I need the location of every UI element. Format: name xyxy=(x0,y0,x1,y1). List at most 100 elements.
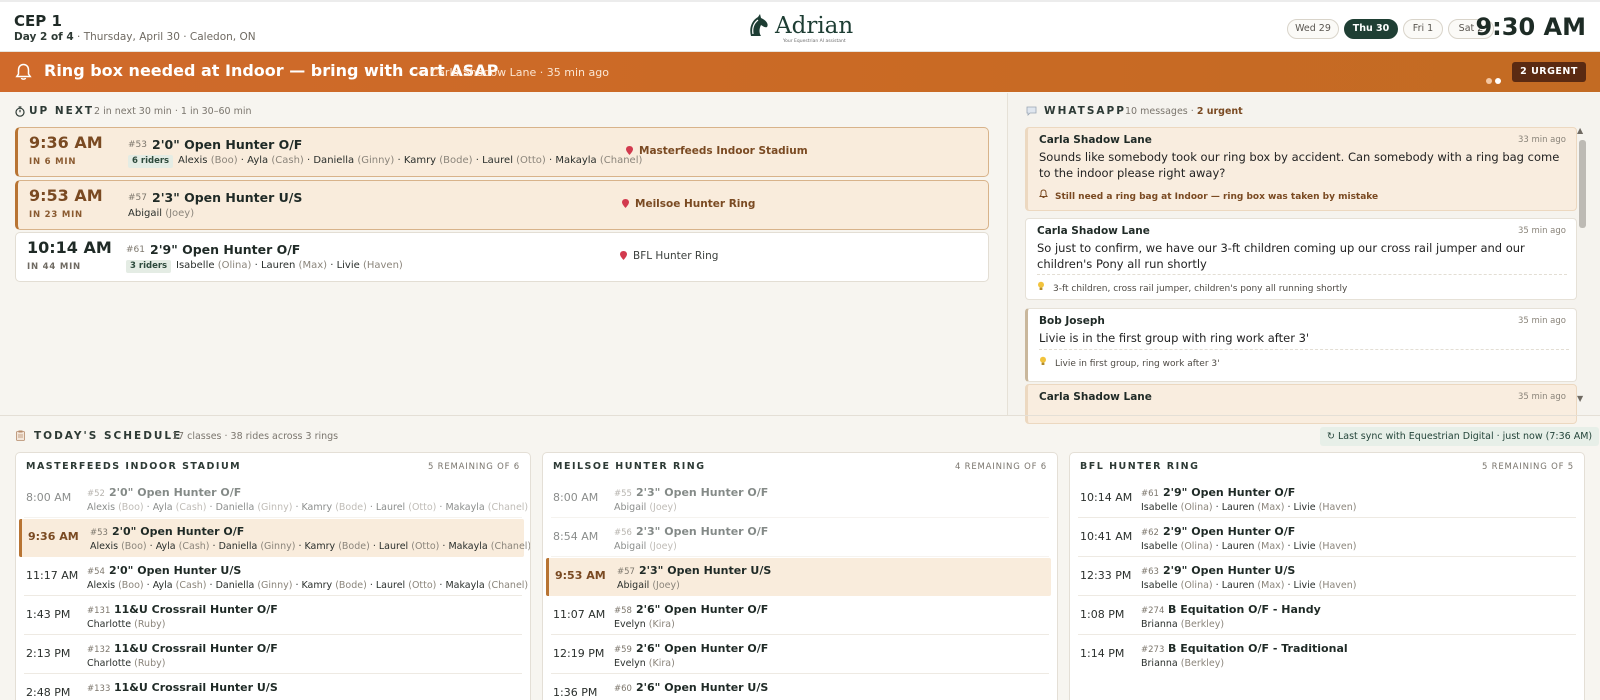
class-name: 2'9" Open Hunter O/F xyxy=(1163,525,1296,538)
schedule-row[interactable]: 1:36 PM #60 2'6" Open Hunter U/S xyxy=(551,675,1049,700)
schedule-row[interactable]: 12:19 PM #59 2'6" Open Hunter O/F Evelyn… xyxy=(551,636,1049,674)
schedule-row[interactable]: 10:41 AM #62 2'9" Open Hunter O/F Isabel… xyxy=(1078,519,1576,557)
schedule-row[interactable]: 1:43 PM #131 11&U Crossrail Hunter O/F C… xyxy=(24,597,522,635)
up-next-card[interactable]: 9:53 AM IN 23 MIN #57 2'3" Open Hunter U… xyxy=(15,180,989,230)
schedule-row[interactable]: 2:48 PM #133 11&U Crossrail Hunter U/S xyxy=(24,675,522,700)
up-next-card[interactable]: 10:14 AM IN 44 MIN #61 2'9" Open Hunter … xyxy=(15,232,989,282)
schedule-row-current[interactable]: 9:36 AM #53 2'0" Open Hunter O/F Alexis … xyxy=(19,519,530,557)
class-name: 2'0" Open Hunter O/F xyxy=(152,137,303,152)
summary-text: 3-ft children, cross rail jumper, childr… xyxy=(1053,284,1348,294)
urgent-alert-banner[interactable]: Ring box needed at Indoor — bring with c… xyxy=(0,52,1600,92)
schedule-row[interactable]: 12:33 PM #63 2'9" Open Hunter U/S Isabel… xyxy=(1078,558,1576,596)
horse-name: (Boo) xyxy=(121,541,147,552)
event-title: CEP 1 xyxy=(14,12,62,30)
whatsapp-message[interactable]: Carla Shadow Lane 33 min ago Sounds like… xyxy=(1025,127,1577,211)
ring-name: Masterfeeds Indoor Stadium xyxy=(639,145,808,157)
whatsapp-scrollbar[interactable]: ▲ ▼ xyxy=(1577,126,1587,404)
rider-name: Makayla xyxy=(445,580,485,591)
message-time: 35 min ago xyxy=(1517,316,1566,326)
up-next-card[interactable]: 9:36 AM IN 6 MIN #53 2'0" Open Hunter O/… xyxy=(15,127,989,177)
sync-status-badge[interactable]: ↻ Last sync with Equestrian Digital · ju… xyxy=(1320,427,1600,446)
horse-name: (Cash) xyxy=(175,502,207,513)
class-name: 2'3" Open Hunter O/F xyxy=(636,486,769,499)
scroll-down-arrow-icon[interactable]: ▼ xyxy=(1577,394,1583,403)
scrollbar-thumb[interactable] xyxy=(1579,140,1586,228)
horse-name: (Otto) xyxy=(516,155,546,166)
map-pin-icon xyxy=(620,251,627,260)
horse-name: (Otto) xyxy=(411,541,440,552)
pager-dot-active[interactable] xyxy=(1495,78,1501,84)
class-number: #53 xyxy=(90,528,108,538)
horse-name: (Joey) xyxy=(649,502,677,513)
schedule-row[interactable]: 8:00 AM #55 2'3" Open Hunter O/F Abigail… xyxy=(551,480,1049,518)
horse-name: (Olina) xyxy=(217,260,252,271)
rider-name: Alexis xyxy=(90,541,119,552)
clipboard-icon xyxy=(16,430,25,441)
class-number: #61 xyxy=(126,245,145,255)
schedule-row[interactable]: 11:17 AM #54 2'0" Open Hunter U/S Alexis… xyxy=(24,558,528,596)
message-summary: Still need a ring bag at Indoor — ring b… xyxy=(1039,183,1569,202)
day-tab-wed[interactable]: Wed 29 xyxy=(1287,19,1339,39)
map-pin-icon xyxy=(622,199,629,208)
schedule-row[interactable]: 8:54 AM #56 2'3" Open Hunter O/F Abigail… xyxy=(551,519,1049,557)
horse-name: (Ginny) xyxy=(260,541,296,552)
rider-name: Abigail xyxy=(614,541,647,552)
rider-name: Alexis xyxy=(178,155,208,166)
riders-list: Alexis (Boo) · Ayla (Cash) · Daniella (G… xyxy=(178,155,643,166)
rider-name: Daniella xyxy=(215,580,255,591)
rider-name: Laurel xyxy=(482,155,513,166)
scroll-up-arrow-icon[interactable]: ▲ xyxy=(1577,126,1583,135)
whatsapp-message[interactable]: Carla Shadow Lane 35 min ago xyxy=(1025,384,1577,424)
riders-list: Abigail (Joey) xyxy=(128,208,194,219)
class-name: 2'6" Open Hunter O/F xyxy=(636,603,769,616)
schedule-row-current[interactable]: 9:53 AM #57 2'3" Open Hunter U/S Abigail… xyxy=(546,558,1051,596)
bell-icon xyxy=(1039,189,1049,202)
whatsapp-message[interactable]: Carla Shadow Lane 35 min ago So just to … xyxy=(1025,218,1577,300)
horse-name: (Cash) xyxy=(271,155,304,166)
class-number: #133 xyxy=(87,684,111,694)
pager-dot[interactable] xyxy=(1486,78,1492,84)
row-time: 8:54 AM xyxy=(553,530,599,543)
schedule-row[interactable]: 11:07 AM #58 2'6" Open Hunter O/F Evelyn… xyxy=(551,597,1049,635)
class-name: 2'6" Open Hunter U/S xyxy=(636,681,769,694)
row-time: 11:07 AM xyxy=(553,608,606,621)
ring-column-bfl: BFL HUNTER RING 5 REMAINING OF 5 10:14 A… xyxy=(1069,452,1585,700)
schedule-row[interactable]: 1:08 PM #274 B Equitation O/F - Handy Br… xyxy=(1078,597,1576,635)
rider-name: Kamry xyxy=(403,155,437,166)
top-header: CEP 1 Day 2 of 4 · Thursday, April 30 · … xyxy=(0,0,1600,52)
rider-name: Lauren xyxy=(1221,541,1255,552)
class-name: 2'6" Open Hunter O/F xyxy=(636,642,769,655)
alert-meta: — Carla Shadow Lane · 35 min ago xyxy=(416,66,609,79)
riders-count-badge: 6 riders xyxy=(128,155,174,168)
row-time: 2:48 PM xyxy=(26,686,71,699)
day-tab-fri[interactable]: Fri 1 xyxy=(1403,19,1443,39)
riders-list: Charlotte (Ruby) xyxy=(87,619,165,630)
schedule-row[interactable]: 10:14 AM #61 2'9" Open Hunter O/F Isabel… xyxy=(1078,480,1576,518)
rider-name: Ayla xyxy=(247,155,269,166)
schedule-row[interactable]: 1:14 PM #273 B Equitation O/F - Traditio… xyxy=(1078,636,1576,674)
ring-title: MEILSOE HUNTER RING xyxy=(553,461,706,472)
class-name: 2'9" Open Hunter U/S xyxy=(1163,564,1296,577)
alert-pager[interactable] xyxy=(1486,69,1504,88)
whatsapp-message[interactable]: Bob Joseph 35 min ago Livie is in the fi… xyxy=(1025,308,1577,382)
class-number: #60 xyxy=(614,684,632,694)
event-subtitle: Day 2 of 4 · Thursday, April 30 · Caledo… xyxy=(14,31,256,43)
whatsapp-subtitle: 10 messages · 2 urgent xyxy=(1125,106,1243,117)
horse-name: (Ginny) xyxy=(357,155,395,166)
day-tab-thu[interactable]: Thu 30 xyxy=(1344,19,1398,39)
class-number: #55 xyxy=(614,489,632,499)
message-text: So just to confirm, we have our 3-ft chi… xyxy=(1037,241,1525,271)
schedule-row[interactable]: 2:13 PM #132 11&U Crossrail Hunter O/F C… xyxy=(24,636,522,674)
riders-list: Isabelle (Olina) · Lauren (Max) · Livie … xyxy=(1141,502,1357,513)
urgent-count-badge[interactable]: 2 URGENT xyxy=(1512,62,1586,82)
message-sender: Carla Shadow Lane xyxy=(1039,134,1152,146)
horse-name: (Haven) xyxy=(1318,580,1357,591)
horse-name: (Boo) xyxy=(118,580,144,591)
rider-name: Lauren xyxy=(1221,502,1255,513)
class-number: #56 xyxy=(614,528,632,538)
rider-name: Kamry xyxy=(301,580,333,591)
rider-name: Livie xyxy=(1293,580,1316,591)
class-name: 11&U Crossrail Hunter O/F xyxy=(114,603,278,616)
horse-name: (Boo) xyxy=(118,502,144,513)
schedule-row[interactable]: 8:00 AM #52 2'0" Open Hunter O/F Alexis … xyxy=(24,480,528,518)
